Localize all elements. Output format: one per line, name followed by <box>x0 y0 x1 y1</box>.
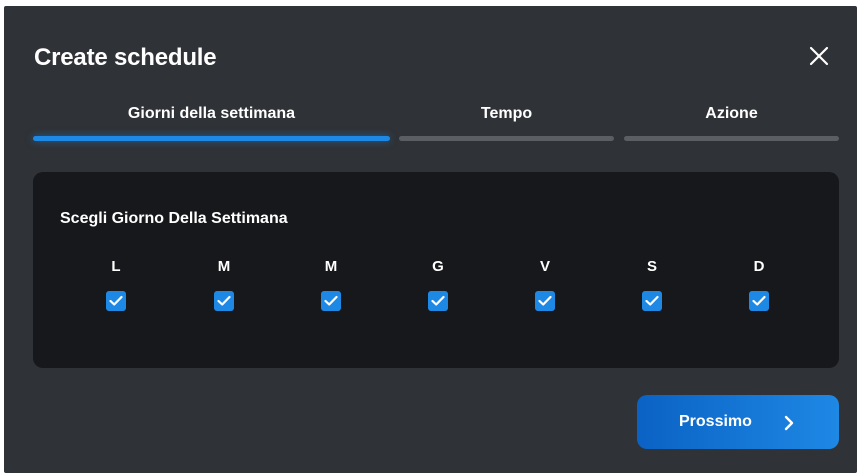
day-label: S <box>646 258 657 275</box>
check-icon <box>431 295 445 306</box>
tab-label: Azione <box>705 105 758 122</box>
check-icon <box>538 295 552 306</box>
dialog-title: Create schedule <box>34 44 217 71</box>
tab-label: Giorni della settimana <box>127 105 296 122</box>
day-label: M <box>217 258 231 275</box>
tab-tempo[interactable]: Tempo <box>399 102 614 142</box>
tab-progress-bar <box>33 136 390 141</box>
next-button-label: Prossimo <box>679 413 752 430</box>
check-icon <box>645 295 659 306</box>
tab-azione[interactable]: Azione <box>624 102 839 142</box>
day-label: M <box>324 258 338 275</box>
close-button[interactable] <box>807 44 831 68</box>
day-checkbox[interactable] <box>642 291 662 311</box>
tab-progress-bar <box>399 136 614 141</box>
next-button[interactable]: Prossimo <box>637 395 839 449</box>
create-schedule-dialog: Create schedule Giorni della settimana T… <box>4 6 857 473</box>
day-wednesday: M <box>311 258 351 316</box>
tab-giorni-della-settimana[interactable]: Giorni della settimana <box>33 102 390 142</box>
day-label: D <box>753 258 765 275</box>
day-label: V <box>539 258 550 275</box>
day-thursday: G <box>418 258 458 316</box>
step-tabs: Giorni della settimana Tempo Azione <box>33 102 839 142</box>
close-icon <box>809 46 829 66</box>
day-saturday: S <box>632 258 672 316</box>
day-label: L <box>111 258 121 275</box>
day-checkbox[interactable] <box>214 291 234 311</box>
panel-title: Scegli Giorno Della Settimana <box>60 210 288 227</box>
day-sunday: D <box>739 258 779 316</box>
day-checkbox[interactable] <box>321 291 341 311</box>
day-label: G <box>432 258 444 275</box>
day-checkbox[interactable] <box>428 291 448 311</box>
weekday-panel: Scegli Giorno Della Settimana L M M G V … <box>33 172 839 368</box>
day-checkbox[interactable] <box>749 291 769 311</box>
check-icon <box>324 295 338 306</box>
check-icon <box>217 295 231 306</box>
tab-label: Tempo <box>480 105 533 122</box>
check-icon <box>752 295 766 306</box>
day-checkbox[interactable] <box>106 291 126 311</box>
day-friday: V <box>525 258 565 316</box>
day-tuesday: M <box>204 258 244 316</box>
chevron-right-icon <box>784 415 794 431</box>
tab-progress-bar <box>624 136 839 141</box>
day-checkbox[interactable] <box>535 291 555 311</box>
check-icon <box>109 295 123 306</box>
day-monday: L <box>96 258 136 316</box>
